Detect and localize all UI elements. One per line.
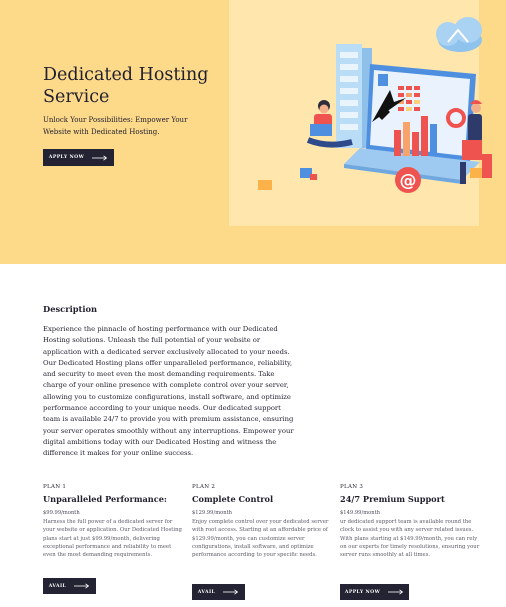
avail-label: AVAIL — [48, 583, 67, 589]
plan-description: Enjoy complete control over your dedicat… — [192, 519, 329, 559]
plan-card-1: PLAN 1 Unparalleled Performance: $99.99/… — [43, 484, 183, 559]
server-tower — [336, 44, 372, 148]
apply-now-button[interactable]: APPLY NOW — [43, 149, 114, 166]
avail-button-plan-2[interactable]: AVAIL — [192, 584, 245, 600]
description-heading: Description — [43, 304, 98, 314]
apply-now-label: APPLY NOW — [48, 155, 85, 160]
hosting-illustration: @ — [258, 17, 492, 193]
description-body: Experience the pinnacle of hosting perfo… — [43, 325, 294, 458]
plan-number: PLAN 2 — [192, 484, 216, 490]
right-arrow-icon — [388, 589, 404, 595]
plan-price: $129.99/month — [192, 510, 233, 516]
plan-card-2: PLAN 2 Complete Control $129.99/month En… — [192, 484, 332, 559]
apply-now-button-plan-3[interactable]: APPLY NOW — [340, 584, 409, 600]
plan-price: $99.99/month — [43, 510, 80, 516]
svg-text:@: @ — [400, 171, 417, 191]
page-title: Dedicated Hosting Service — [43, 65, 209, 107]
plan-number: PLAN 3 — [340, 484, 364, 490]
apply-now-label: APPLY NOW — [344, 589, 381, 595]
cloud-icon — [436, 17, 482, 52]
plan-title: Unparalleled Performance: — [43, 494, 167, 504]
plan-description: Harness the full power of a dedicated se… — [43, 519, 182, 559]
plan-description: ur dedicated support team is available r… — [340, 519, 480, 559]
plan-title: 24/7 Premium Support — [340, 494, 445, 504]
hero-section: Dedicated Hosting Service Unlock Your Po… — [0, 0, 506, 264]
right-arrow-icon — [74, 583, 90, 589]
plan-card-3: PLAN 3 24/7 Premium Support $149.99/mont… — [340, 484, 480, 559]
right-arrow-icon — [92, 154, 108, 161]
avail-button-plan-1[interactable]: AVAIL — [43, 578, 96, 594]
avail-label: AVAIL — [197, 589, 216, 595]
plan-price: $149.99/month — [340, 510, 381, 516]
plan-title: Complete Control — [192, 494, 274, 504]
plan-number: PLAN 1 — [43, 484, 67, 490]
hero-subtitle: Unlock Your Possibilities: Empower Your … — [43, 116, 188, 136]
at-sign-icon: @ — [395, 167, 421, 193]
right-arrow-icon — [223, 589, 239, 595]
